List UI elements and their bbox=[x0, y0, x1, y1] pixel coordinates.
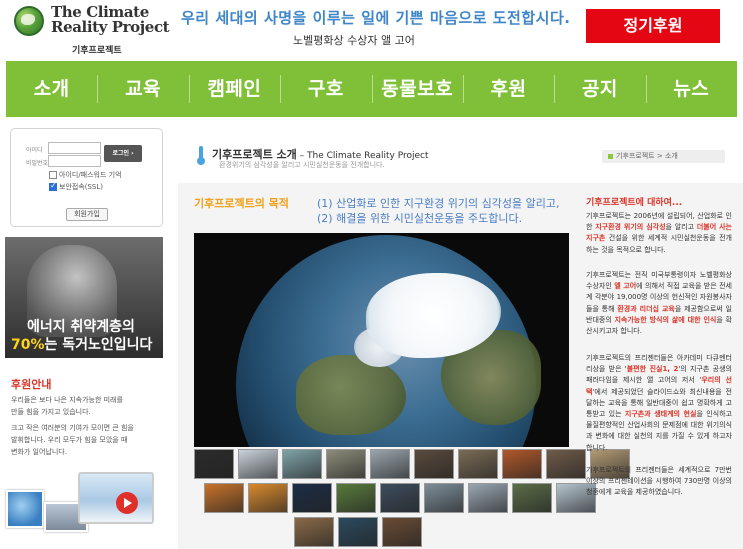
support-para1: 우리들은 보다 나은 지속가능한 미래를 만들 힘을 가지고 있습니다. bbox=[11, 394, 161, 418]
gallery-thumbnail[interactable] bbox=[468, 483, 508, 513]
about-paragraph-1: 기후프로젝트는 2006년에 설립되어, 산업화로 인한 지구환경 위기의 심각… bbox=[586, 211, 732, 256]
thermometer-icon bbox=[197, 146, 205, 165]
logo-subtitle: 기후프로젝트 bbox=[72, 46, 122, 56]
purpose-item-2: (2) 해결을 위한 시민실천운동을 주도합니다. bbox=[317, 212, 523, 225]
login-box: 아이디 비밀번호 로그인 › 아이디/패스워드 기억 보안접속(SSL) 회원가… bbox=[10, 128, 163, 227]
nav-item-campaign[interactable]: 캠페인 bbox=[188, 61, 280, 117]
gallery-thumbnail[interactable] bbox=[238, 449, 278, 479]
gallery-thumbnail[interactable] bbox=[424, 483, 464, 513]
gallery-thumbnail[interactable] bbox=[546, 449, 586, 479]
site-header: The Climate Reality Project 기후프로젝트 우리 세대… bbox=[0, 0, 743, 58]
about-p2-highlight-2: 환경과 리더십 교육 bbox=[617, 304, 675, 313]
ssl-checkbox[interactable] bbox=[49, 181, 57, 191]
password-input[interactable] bbox=[48, 155, 101, 167]
support-para2-line2: 발휘합니다. 우리 모두가 힘을 모았을 때 bbox=[11, 436, 128, 444]
id-label: 아이디 bbox=[26, 147, 43, 154]
remember-checkbox[interactable] bbox=[49, 171, 57, 179]
promo-highlight: 70% bbox=[11, 337, 45, 353]
slogan-attribution: 노벨평화상 수상자 앨 고어 bbox=[293, 34, 415, 47]
about-title: 기후프로젝트에 대하여... bbox=[586, 198, 683, 208]
gallery-thumbnail[interactable] bbox=[336, 483, 376, 513]
gallery-thumbnail[interactable] bbox=[370, 449, 410, 479]
ssl-row[interactable]: 보안접속(SSL) bbox=[49, 181, 104, 192]
gallery-thumbnail[interactable] bbox=[292, 483, 332, 513]
promo-line1: 에너지 취약계층의 bbox=[27, 319, 135, 335]
regular-donation-button[interactable]: 정기후원 bbox=[586, 9, 720, 43]
earth-globe bbox=[236, 235, 541, 447]
about-paragraph-3: 기후프로젝트의 프리젠터들은 아카데미 다큐멘터리상을 받은 '불편한 진실1,… bbox=[586, 353, 732, 454]
gallery-thumbnail[interactable] bbox=[414, 449, 454, 479]
page-header: 기후프로젝트 소개 – The Climate Reality Project … bbox=[178, 138, 743, 178]
gallery-thumbnail[interactable] bbox=[294, 517, 334, 547]
about-p1-c: 건설을 위한 세계적 시민실천운동을 전개하는 것을 목적으로 합니다. bbox=[586, 234, 732, 254]
gallery-thumbnail[interactable] bbox=[204, 483, 244, 513]
page-description: 환경위기의 심각성을 알리고 시민실천운동을 전개합니다. bbox=[219, 161, 385, 169]
gallery-thumbnail[interactable] bbox=[502, 449, 542, 479]
about-p3-highlight-1: 불편한 진실1, 2 bbox=[626, 365, 679, 374]
about-paragraph-2: 기후프로젝트는 전직 미국부통령이자 노벨평화상 수상자인 앨 고어에 의해서 … bbox=[586, 270, 732, 337]
content-panel: 기후프로젝트의 목적 (1) 산업화로 인한 지구환경 위기의 심각성을 알리고… bbox=[178, 183, 743, 549]
about-p2-highlight-1: 앨 고어 bbox=[614, 282, 637, 291]
support-title: 후원안내 bbox=[11, 378, 52, 391]
nav-item-donation[interactable]: 후원 bbox=[462, 61, 554, 117]
gallery-thumbnail[interactable] bbox=[248, 483, 288, 513]
password-label: 비밀번호 bbox=[26, 160, 49, 167]
promo-line2: 70%는 독거노인입니다 bbox=[11, 334, 152, 354]
nav-item-education[interactable]: 교육 bbox=[97, 61, 188, 117]
about-paragraph-4: 기후프로젝트의 프리젠터들은 세계적으로 7만번 이상의 프리젠테이션을 시행하… bbox=[586, 466, 732, 497]
login-button-label: 로그인 bbox=[112, 150, 129, 157]
nav-item-animal-protection[interactable]: 동물보호 bbox=[371, 61, 463, 117]
breadcrumb[interactable]: 기후프로젝트 > 소개 bbox=[602, 150, 725, 163]
gallery-thumbnail[interactable] bbox=[282, 449, 322, 479]
nav-item-notice[interactable]: 공지 bbox=[554, 61, 645, 117]
about-p3-highlight-3: 지구촌과 생태계의 현실 bbox=[624, 410, 697, 419]
header-slogan: 우리 세대의 사명을 이루는 일에 기쁜 마음으로 도전합시다. bbox=[181, 9, 571, 27]
logo-title: The Climate Reality Project bbox=[51, 5, 170, 36]
purpose-title: 기후프로젝트의 목적 bbox=[194, 197, 289, 210]
site-logo[interactable]: The Climate Reality Project 기후프로젝트 bbox=[14, 4, 170, 56]
promo-line2-rest: 는 독거노인입니다 bbox=[44, 337, 153, 353]
support-para2-line3: 변화가 일어납니다. bbox=[11, 448, 67, 456]
gallery-thumbnail[interactable] bbox=[512, 483, 552, 513]
energy-vulnerable-banner[interactable]: 에너지 취약계층의 70%는 독거노인입니다 bbox=[5, 237, 163, 358]
gallery-thumbnail[interactable] bbox=[326, 449, 366, 479]
globe-logo-icon bbox=[14, 6, 44, 36]
nav-item-news[interactable]: 뉴스 bbox=[645, 61, 737, 117]
earth-land-west bbox=[296, 355, 406, 435]
support-para1-line2: 만들 힘을 가지고 있습니다. bbox=[11, 408, 91, 416]
join-button[interactable]: 회원가입 bbox=[66, 208, 108, 221]
ssl-label: 보안접속(SSL) bbox=[59, 183, 104, 191]
gallery-thumbnail[interactable] bbox=[338, 517, 378, 547]
about-p1-highlight-1: 지구환경 위기의 심각성 bbox=[595, 223, 666, 232]
login-button[interactable]: 로그인 › bbox=[104, 145, 142, 162]
gallery-thumbnail[interactable] bbox=[382, 517, 422, 547]
globe-photo bbox=[6, 490, 44, 528]
purpose-item-1: (1) 산업화로 인한 지구환경 위기의 심각성을 알리고, bbox=[317, 197, 560, 210]
remember-label: 아이디/패스워드 기억 bbox=[59, 171, 122, 179]
support-para2-line1: 크고 작은 여러분의 기여가 모이면 큰 힘을 bbox=[11, 424, 134, 432]
about-p2-highlight-3: 지속가능한 방식의 삶에 대한 인식 bbox=[614, 315, 717, 324]
remember-row[interactable]: 아이디/패스워드 기억 bbox=[49, 170, 122, 180]
nav-item-about[interactable]: 소개 bbox=[6, 61, 97, 117]
gallery-thumbnail[interactable] bbox=[458, 449, 498, 479]
gallery-thumbnail[interactable] bbox=[194, 449, 234, 479]
support-video-thumbnail[interactable] bbox=[6, 472, 156, 536]
logo-title-line2: Reality Project bbox=[51, 18, 170, 36]
support-para1-line1: 우리들은 보다 나은 지속가능한 미래를 bbox=[11, 396, 123, 404]
nav-item-relief[interactable]: 구호 bbox=[280, 61, 371, 117]
gallery-thumbnail[interactable] bbox=[380, 483, 420, 513]
about-p1-b: 을 알리고 bbox=[665, 223, 697, 232]
id-input[interactable] bbox=[48, 142, 101, 154]
main-nav: 소개 교육 캠페인 구호 동물보호 후원 공지 뉴스 bbox=[6, 61, 737, 117]
support-para2: 크고 작은 여러분의 기여가 모이면 큰 힘을 발휘합니다. 우리 모두가 힘을… bbox=[11, 422, 161, 458]
play-icon[interactable] bbox=[116, 492, 138, 514]
arctic-earth-image[interactable] bbox=[194, 233, 569, 447]
